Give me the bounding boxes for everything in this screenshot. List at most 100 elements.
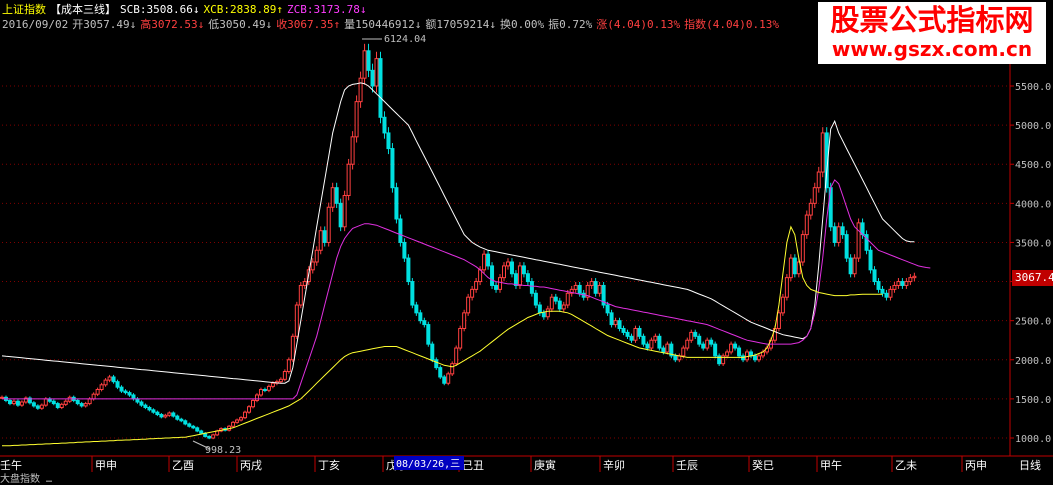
- volume-value: 量150446912↓: [344, 18, 422, 31]
- x-tick-label: 乙酉: [172, 459, 194, 472]
- candle-body: [322, 230, 327, 243]
- candle-body: [573, 284, 578, 290]
- candle-body: [438, 367, 443, 378]
- index-change-value: 指数(4.04)0.13%: [684, 18, 779, 31]
- candle-body: [505, 261, 510, 267]
- price-bars: [0, 43, 917, 440]
- candle-body: [422, 320, 427, 326]
- candle-body: [900, 281, 905, 286]
- candle-body: [502, 265, 506, 279]
- candle-body: [788, 257, 793, 279]
- candle-body: [725, 351, 730, 357]
- close-value: 收3067.35↑: [276, 18, 341, 31]
- candle-body: [430, 343, 435, 361]
- candle-body: [91, 393, 96, 400]
- indicator-header: 上证指数 【成本三线】 SCB:3508.66↓ XCB:2838.89↑ ZCB:31…: [2, 3, 370, 17]
- candle-body: [79, 403, 84, 407]
- candle-body: [908, 277, 913, 283]
- candle-body: [482, 253, 487, 271]
- candle-body: [808, 202, 813, 216]
- candle-body: [641, 335, 646, 345]
- candle-body: [366, 50, 371, 71]
- candle-body: [294, 304, 299, 337]
- candle-body: [286, 359, 291, 373]
- y-tick-label: 1500.0: [1015, 395, 1051, 406]
- high-value: 高3072.53↓: [140, 18, 205, 31]
- candle-body: [737, 347, 742, 357]
- candle-body: [701, 343, 706, 349]
- candle-body: [111, 376, 116, 383]
- index-name[interactable]: 上证指数: [2, 3, 46, 16]
- zcb-value: ZCB:3173.78↓: [286, 3, 367, 16]
- cursor-date-box: 08/03/26,三: [394, 456, 464, 470]
- candle-body: [609, 312, 614, 326]
- candle-body: [127, 392, 132, 396]
- current-price-tag: 3067.4: [1012, 270, 1053, 286]
- candle-body: [139, 401, 144, 406]
- candle-body: [163, 414, 168, 418]
- candle-body: [661, 347, 666, 353]
- candle-body: [577, 284, 582, 294]
- candle-body: [629, 335, 634, 341]
- candle-body: [533, 292, 538, 306]
- chart-area[interactable]: 1000.01500.02000.02500.03000.03500.04000…: [0, 0, 1053, 478]
- candle-body: [697, 335, 702, 345]
- candle-body: [605, 304, 610, 314]
- x-tick-label: 丙戌: [240, 459, 262, 472]
- candle-body: [270, 382, 275, 387]
- candle-body: [187, 423, 192, 427]
- candle-body: [358, 77, 363, 103]
- x-tick-label: 己丑: [462, 459, 484, 472]
- candle-body: [705, 339, 710, 349]
- candle-body: [0, 396, 4, 399]
- amplitude-value: 振0.72%: [548, 18, 593, 31]
- candle-body: [525, 273, 530, 283]
- candle-body: [15, 400, 20, 406]
- candle-body: [83, 403, 88, 407]
- candle-body: [394, 187, 399, 220]
- candle-body: [314, 249, 319, 263]
- candle-body: [490, 265, 495, 286]
- candle-body: [418, 312, 423, 322]
- x-tick-label: 乙未: [895, 459, 917, 472]
- quote-header: 2016/09/02 开3057.49↓ 高3072.53↓ 低3050.49↓ 收30…: [2, 18, 783, 32]
- candle-body: [386, 132, 391, 150]
- low-label: 998.23: [205, 445, 241, 456]
- y-tick-label: 2000.0: [1015, 356, 1051, 367]
- candle-body: [406, 257, 411, 283]
- candle-body: [617, 320, 622, 329]
- x-axis: 壬午甲申乙酉丙戌丁亥戊子己丑庚寅辛卯壬辰癸巳甲午乙未丙申日线: [0, 455, 1053, 472]
- candle-body: [231, 421, 236, 427]
- candle-body: [840, 226, 845, 236]
- candle-body: [354, 101, 359, 138]
- x-tick-label: 辛卯: [603, 458, 625, 472]
- candle-body: [235, 419, 240, 423]
- candle-body: [474, 281, 479, 290]
- candle-body: [458, 327, 463, 349]
- candle-body: [262, 389, 267, 392]
- candle-body: [657, 335, 662, 349]
- xcb-line: [2, 225, 883, 447]
- candle-body: [55, 403, 60, 408]
- candle-body: [334, 187, 339, 204]
- candle-body: [59, 403, 64, 408]
- indicator-name[interactable]: 【成本三线】: [50, 3, 116, 16]
- x-tick-label: 甲午: [820, 459, 842, 472]
- candle-body: [414, 304, 419, 314]
- candle-body: [390, 148, 395, 189]
- candle-body: [844, 234, 849, 259]
- candle-body: [131, 394, 136, 400]
- candle-body: [513, 273, 518, 286]
- candle-body: [143, 404, 148, 408]
- candle-body: [685, 339, 690, 349]
- candle-body: [410, 281, 415, 306]
- candle-body: [553, 296, 558, 302]
- candle-body: [446, 373, 451, 384]
- candle-body: [175, 415, 180, 420]
- candle-body: [649, 339, 654, 349]
- y-tick-label: 4500.0: [1015, 160, 1051, 171]
- candle-body: [545, 308, 550, 318]
- candle-body: [159, 414, 164, 418]
- candle-body: [39, 404, 44, 409]
- candle-body: [868, 249, 873, 271]
